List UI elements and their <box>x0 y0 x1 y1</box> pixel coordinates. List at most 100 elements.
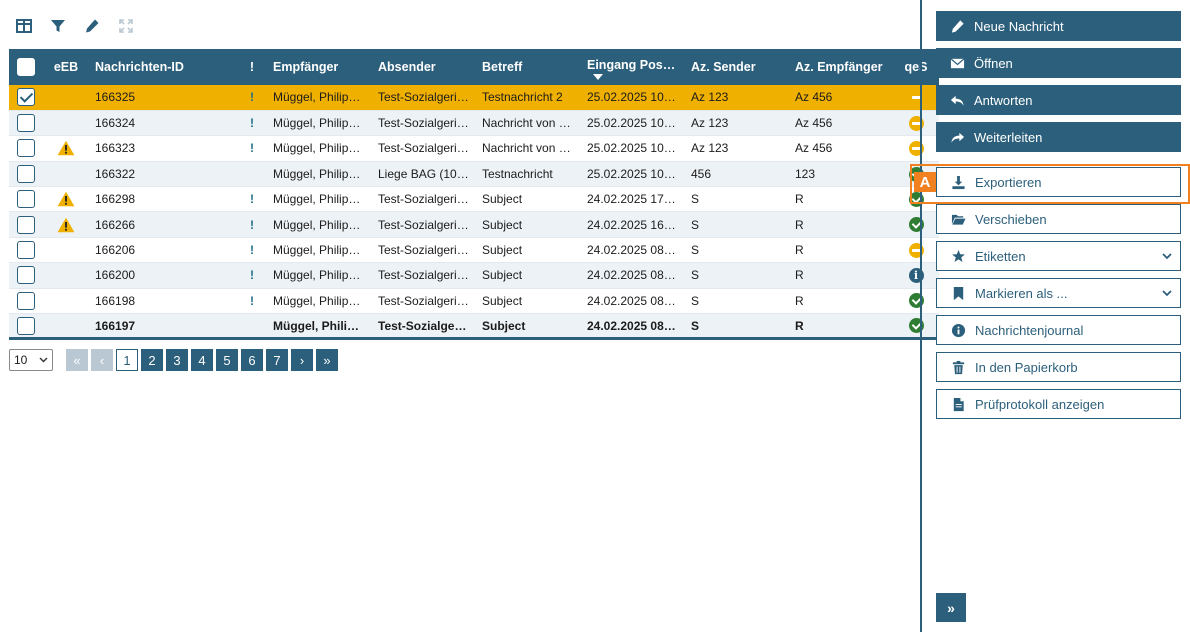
cell-eingang: 25.02.2025 10:18 <box>581 110 685 137</box>
cell-az-sender: S <box>685 262 789 289</box>
cell-betreff: Subject <box>476 313 581 341</box>
cell-empfaenger: Müggel, Philipp… <box>267 288 372 315</box>
page-button[interactable]: 4 <box>191 349 213 371</box>
table-row[interactable]: 166322 Müggel, Philipp… Liege BAG (10… Test… <box>9 161 939 188</box>
edit-icon[interactable] <box>82 16 102 36</box>
table-row[interactable]: 166323! Müggel, Philipp… Test-Sozialgeri… N… <box>9 135 939 162</box>
cell-qes <box>893 288 939 315</box>
cell-eingang: 24.02.2025 08:35 <box>581 262 685 289</box>
forward-icon <box>948 128 966 146</box>
cell-message-id: 166324 <box>89 110 237 137</box>
table-row[interactable]: 166197 Müggel, Philip… Test-Sozialger… Subj… <box>9 313 939 341</box>
cell-eeb <box>43 211 89 238</box>
table-row[interactable]: 166266! Müggel, Philipp… Test-Sozialgeri… S… <box>9 211 939 238</box>
cell-az-sender: 456 <box>685 161 789 188</box>
page-size-select[interactable]: 10 <box>9 349 53 371</box>
prev-page-button[interactable]: ‹ <box>91 349 113 371</box>
cell-eeb <box>43 288 89 315</box>
table-header-row: eEB Nachrichten-ID ! Empfänger Absender … <box>9 49 939 85</box>
first-page-button[interactable]: « <box>66 349 88 371</box>
next-page-button[interactable]: › <box>291 349 313 371</box>
columns-icon[interactable] <box>14 16 34 36</box>
new-message-button[interactable]: Neue Nachricht <box>936 11 1181 41</box>
row-checkbox[interactable] <box>17 164 35 183</box>
chevron-down-icon <box>1154 250 1180 262</box>
document-icon <box>949 395 967 413</box>
row-checkbox[interactable] <box>17 215 35 234</box>
column-header-az-sender[interactable]: Az. Sender <box>685 49 789 85</box>
page-button-current[interactable]: 1 <box>116 349 138 371</box>
select-all-checkbox[interactable] <box>9 49 43 85</box>
new-message-label: Neue Nachricht <box>974 18 1064 34</box>
cell-eingang: 24.02.2025 17:49 <box>581 186 685 213</box>
reply-icon <box>948 91 966 109</box>
cell-message-id: 166266 <box>89 211 237 238</box>
page-button[interactable]: 7 <box>266 349 288 371</box>
move-button[interactable]: Verschieben <box>936 204 1181 234</box>
cell-az-empfaenger: R <box>789 313 893 341</box>
last-page-button[interactable]: » <box>316 349 338 371</box>
column-header-qes[interactable]: qeS <box>893 49 939 85</box>
page-button[interactable]: 3 <box>166 349 188 371</box>
labels-dropdown[interactable]: Etiketten <box>936 241 1181 271</box>
open-button[interactable]: Öffnen <box>936 48 1181 78</box>
cell-az-sender: S <box>685 211 789 238</box>
table-toolbar <box>14 16 136 36</box>
cell-empfaenger: Müggel, Philip… <box>267 313 372 341</box>
page-button[interactable]: 2 <box>141 349 163 371</box>
collapse-panel-button[interactable]: » <box>936 593 966 622</box>
cell-empfaenger: Müggel, Philipp… <box>267 85 372 111</box>
page-button[interactable]: 6 <box>241 349 263 371</box>
cell-priority <box>237 161 267 188</box>
cell-absender: Test-Sozialgeri… <box>372 237 476 264</box>
column-header-betreff[interactable]: Betreff <box>476 49 581 85</box>
forward-button[interactable]: Weiterleiten <box>936 122 1181 152</box>
column-header-priority[interactable]: ! <box>237 49 267 85</box>
row-checkbox[interactable] <box>17 190 35 209</box>
fullscreen-icon[interactable] <box>116 16 136 36</box>
row-checkbox-cell <box>9 85 43 111</box>
row-checkbox[interactable] <box>17 114 35 133</box>
row-checkbox[interactable] <box>17 291 35 310</box>
row-checkbox[interactable] <box>17 266 35 285</box>
message-journal-button[interactable]: Nachrichtenjournal <box>936 315 1181 345</box>
open-label: Öffnen <box>974 55 1013 71</box>
column-header-absender[interactable]: Absender <box>372 49 476 85</box>
cell-eeb <box>43 237 89 264</box>
table-row[interactable]: 166324! Müggel, Philipp… Test-Sozialgeri… N… <box>9 110 939 137</box>
row-checkbox-cell <box>9 262 43 289</box>
column-header-empfaenger[interactable]: Empfänger <box>267 49 372 85</box>
cell-eingang: 25.02.2025 10:17 <box>581 135 685 162</box>
table-row[interactable]: 166325! Müggel, Philipp… Test-Sozialgeri… T… <box>9 85 939 111</box>
column-header-eeb[interactable]: eEB <box>43 49 89 85</box>
cell-az-empfaenger: Az 456 <box>789 110 893 137</box>
row-checkbox[interactable] <box>17 316 35 335</box>
column-header-eingang[interactable]: Eingang Pos… <box>581 49 685 85</box>
column-header-id[interactable]: Nachrichten-ID <box>89 49 237 85</box>
cell-az-empfaenger: R <box>789 211 893 238</box>
filter-icon[interactable] <box>48 16 68 36</box>
cell-message-id: 166198 <box>89 288 237 315</box>
trash-button[interactable]: In den Papierkorb <box>936 352 1181 382</box>
table-row[interactable]: 166200! Müggel, Philipp… Test-Sozialgeri… S… <box>9 262 939 289</box>
cell-empfaenger: Müggel, Philipp… <box>267 211 372 238</box>
table-row[interactable]: 166198! Müggel, Philipp… Test-Sozialgeri… S… <box>9 288 939 315</box>
page-button[interactable]: 5 <box>216 349 238 371</box>
audit-log-button[interactable]: Prüfprotokoll anzeigen <box>936 389 1181 419</box>
row-checkbox-cell <box>9 186 43 213</box>
table-row[interactable]: 166298! Müggel, Philipp… Test-Sozialgeri… S… <box>9 186 939 213</box>
mark-as-dropdown[interactable]: Markieren als ... <box>936 278 1181 308</box>
reply-button[interactable]: Antworten <box>936 85 1181 115</box>
row-checkbox[interactable] <box>17 139 35 158</box>
labels-label: Etiketten <box>975 248 1026 264</box>
cell-az-empfaenger: R <box>789 186 893 213</box>
cell-empfaenger: Müggel, Philipp… <box>267 135 372 162</box>
table-row[interactable]: 166206! Müggel, Philipp… Test-Sozialgeri… S… <box>9 237 939 264</box>
row-checkbox[interactable] <box>17 241 35 260</box>
row-checkbox[interactable] <box>17 88 35 107</box>
cell-betreff: Subject <box>476 211 581 238</box>
column-header-az-empfaenger[interactable]: Az. Empfänger <box>789 49 893 85</box>
row-checkbox-cell <box>9 288 43 315</box>
cell-priority <box>237 313 267 341</box>
chevron-down-icon <box>1154 287 1180 299</box>
